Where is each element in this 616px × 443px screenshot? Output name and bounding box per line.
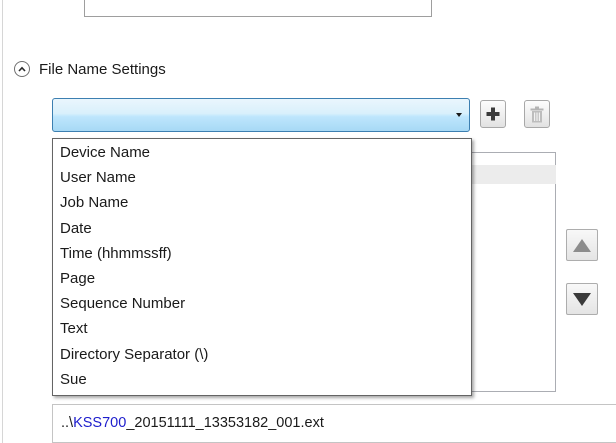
plus-icon bbox=[486, 107, 500, 121]
add-field-button[interactable] bbox=[480, 100, 506, 128]
section-title: File Name Settings bbox=[39, 60, 166, 78]
move-up-button[interactable] bbox=[566, 229, 598, 261]
dropdown-option-sequence-number[interactable]: Sequence Number bbox=[53, 291, 471, 316]
dropdown-option-directory-separator[interactable]: Directory Separator (\) bbox=[53, 342, 471, 367]
dropdown-option-sue[interactable]: Sue bbox=[53, 367, 471, 392]
triangle-down-icon bbox=[456, 113, 462, 117]
dropdown-option-device-name[interactable]: Device Name bbox=[53, 140, 471, 165]
preview-device-name: KSS700 bbox=[73, 415, 127, 431]
file-name-preview: ..\KSS700_20151111_13353182_001.ext bbox=[52, 404, 616, 443]
delete-field-button[interactable] bbox=[524, 100, 550, 128]
move-down-button[interactable] bbox=[566, 283, 598, 315]
preview-suffix: _20151111_13353182_001.ext bbox=[126, 415, 324, 431]
field-type-dropdown[interactable]: Device Name User Name Job Name Date Time… bbox=[52, 138, 472, 396]
preview-prefix: ..\ bbox=[61, 415, 74, 431]
dropdown-option-page[interactable]: Page bbox=[53, 266, 471, 291]
dropdown-option-text[interactable]: Text bbox=[53, 316, 471, 341]
dropdown-option-date[interactable]: Date bbox=[53, 216, 471, 241]
preview-text: ..\KSS700_20151111_13353182_001.ext bbox=[61, 415, 324, 431]
file-name-settings-panel: File Name Settings Device Name User Name… bbox=[0, 0, 616, 443]
left-divider bbox=[2, 0, 3, 443]
chevron-up-icon[interactable] bbox=[14, 61, 30, 77]
upper-field-box bbox=[84, 0, 432, 17]
dropdown-option-time[interactable]: Time (hhmmssff) bbox=[53, 241, 471, 266]
triangle-down-icon bbox=[573, 292, 591, 306]
dropdown-option-job-name[interactable]: Job Name bbox=[53, 190, 471, 215]
section-header: File Name Settings bbox=[14, 58, 166, 80]
trash-icon bbox=[530, 106, 544, 122]
triangle-up-icon bbox=[573, 238, 591, 252]
dropdown-option-user-name[interactable]: User Name bbox=[53, 165, 471, 190]
field-type-combobox[interactable] bbox=[52, 98, 470, 132]
